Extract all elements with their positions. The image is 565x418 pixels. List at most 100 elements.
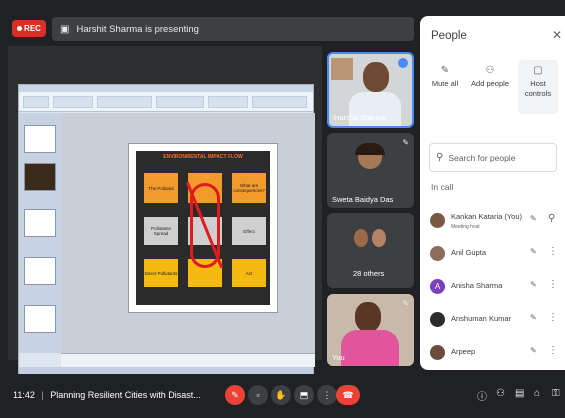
slide-content: ENVIRONMENTAL IMPACT FLOW The Polluted W… (136, 151, 270, 305)
meeting-time: 11:42 (13, 390, 35, 400)
mute-all-label: Mute all (431, 79, 459, 88)
pin-icon[interactable]: ⚲ (548, 213, 555, 224)
search-icon: ⚲ (436, 152, 444, 163)
more-vert-icon[interactable]: ⋮ (548, 279, 558, 290)
notes-pane (61, 353, 315, 367)
slide-thumbnail (24, 125, 56, 153)
participant-name: Kankan Kataria (You) (451, 212, 523, 221)
leave-call-button[interactable]: ☎ (336, 385, 360, 405)
slide-box: What are consequences? (232, 173, 266, 203)
camera-button[interactable]: ▫ (248, 385, 268, 405)
participant-name: You (332, 353, 345, 362)
add-people-button[interactable]: ⚇ Add people (470, 66, 510, 89)
more-vert-icon[interactable]: ⋮ (548, 246, 558, 257)
present-screen-icon: ▣ (60, 23, 70, 35)
info-icon[interactable]: ⓘ (477, 388, 487, 403)
record-dot-icon (17, 26, 23, 31)
slide-thumbnail (24, 305, 56, 333)
current-slide: ENVIRONMENTAL IMPACT FLOW The Polluted W… (128, 143, 278, 313)
avatar (430, 312, 445, 327)
host-controls-icon: ▢ (533, 65, 543, 76)
participant-tile[interactable]: Harshit Sharma (327, 52, 414, 128)
participant-name: Anil Gupta (451, 248, 487, 257)
slide-box: The Polluted (144, 173, 178, 203)
ppt-titlebar (19, 85, 313, 92)
presenter-banner[interactable]: ▣ Harshit Sharma is presenting (52, 17, 414, 41)
mute-all-button[interactable]: ✎ Mute all (425, 66, 465, 89)
avatar (430, 345, 445, 360)
presentation-stage[interactable]: ENVIRONMENTAL IMPACT FLOW The Polluted W… (8, 46, 322, 382)
mic-off-icon[interactable]: ✎ (530, 280, 537, 289)
chat-icon[interactable]: ▤ (515, 388, 524, 399)
participant-name: Harshit Sharma (334, 113, 387, 122)
presenter-text: Harshit Sharma is presenting (76, 23, 199, 35)
participant-name: Anisha Sharma (451, 281, 503, 290)
people-panel: People ✕ ✎ Mute all ⚇ Add people ▢ Host … (420, 16, 565, 370)
participant-name: Sweta Baidya Das (332, 195, 394, 204)
self-view-tile[interactable]: ✎ You (327, 294, 414, 366)
participant-row[interactable]: Arpeep ✎ ⋮ (420, 338, 565, 368)
mic-off-icon[interactable]: ✎ (530, 214, 537, 223)
participant-row[interactable]: Anshuman Kumar ✎ ⋮ (420, 305, 565, 335)
avatar (430, 246, 445, 261)
hand-icon: ✋ (275, 389, 287, 400)
panel-title: People (431, 30, 467, 42)
mic-off-button[interactable]: ✎ (225, 385, 245, 405)
add-person-icon: ⚇ (485, 65, 495, 76)
more-vert-icon[interactable]: ⋮ (548, 345, 558, 356)
more-vert-icon: ⋮ (322, 389, 332, 400)
avatar: A (430, 279, 445, 294)
present-button[interactable]: ⬒ (294, 385, 314, 405)
slide-thumbnails (19, 113, 61, 353)
mic-off-icon: ✎ (231, 389, 239, 400)
slide-box: Pollutants Spread (144, 217, 178, 245)
slide-box: Effect (232, 217, 266, 245)
slide-thumbnail (24, 209, 56, 237)
speaking-indicator-icon (398, 58, 408, 68)
search-people-field[interactable]: ⚲ Search for people (429, 143, 557, 172)
slide-thumbnail (24, 257, 56, 285)
participant-row[interactable]: A Anisha Sharma ✎ ⋮ (420, 272, 565, 302)
host-lock-icon[interactable]: ⚿ (552, 388, 560, 399)
present-icon: ⬒ (299, 389, 309, 400)
hangup-icon: ☎ (342, 389, 354, 400)
add-people-label: Add people (471, 79, 509, 88)
mic-off-icon: ✎ (402, 299, 409, 308)
camera-icon: ▫ (256, 390, 260, 400)
mic-off-icon[interactable]: ✎ (530, 313, 537, 322)
slide-heading: ENVIRONMENTAL IMPACT FLOW (163, 154, 243, 160)
host-controls-label: Host controls (524, 79, 552, 98)
meeting-info: 11:42 | Planning Resilient Cities with D… (13, 390, 201, 400)
participant-row[interactable]: Kankan Kataria (You) Meeting host ✎ ⚲ (420, 206, 565, 236)
activities-icon[interactable]: ⌂ (534, 388, 540, 399)
meeting-title: Planning Resilient Cities with Disast... (50, 390, 201, 400)
recording-badge: REC (12, 20, 46, 37)
people-icon[interactable]: ⚇ (496, 388, 505, 399)
meet-window: REC ▣ Harshit Sharma is presenting ENVIR… (0, 0, 565, 418)
search-placeholder: Search for people (448, 152, 516, 163)
more-options-button[interactable]: ⋮ (317, 385, 337, 405)
mic-off-icon: ✎ (440, 65, 450, 76)
slide-box: Direct Pollutants (144, 259, 178, 287)
participant-name: 28 others (353, 269, 385, 278)
host-controls-button[interactable]: ▢ Host controls (518, 60, 558, 114)
participant-tile[interactable]: 28 others (327, 213, 414, 288)
more-vert-icon[interactable]: ⋮ (548, 312, 558, 323)
slide-canvas: ENVIRONMENTAL IMPACT FLOW The Polluted W… (61, 113, 315, 353)
participant-name: Arpeep (451, 347, 476, 356)
participant-row[interactable]: Anil Gupta ✎ ⋮ (420, 239, 565, 269)
participant-role: Meeting host (451, 224, 480, 230)
mic-off-icon[interactable]: ✎ (530, 346, 537, 355)
mic-off-icon[interactable]: ✎ (530, 247, 537, 256)
close-icon[interactable]: ✕ (552, 28, 562, 42)
raise-hand-button[interactable]: ✋ (271, 385, 291, 405)
shared-screen: ENVIRONMENTAL IMPACT FLOW The Polluted W… (18, 84, 315, 382)
recording-label: REC (24, 24, 41, 33)
avatar (430, 213, 445, 228)
slide-box: Act (232, 259, 266, 287)
ppt-ribbon (19, 92, 313, 112)
in-call-section-label: In call (431, 182, 454, 192)
participant-tile[interactable]: ✎ Sweta Baidya Das (327, 133, 414, 208)
slide-thumbnail (24, 163, 56, 191)
separator: | (41, 390, 44, 400)
